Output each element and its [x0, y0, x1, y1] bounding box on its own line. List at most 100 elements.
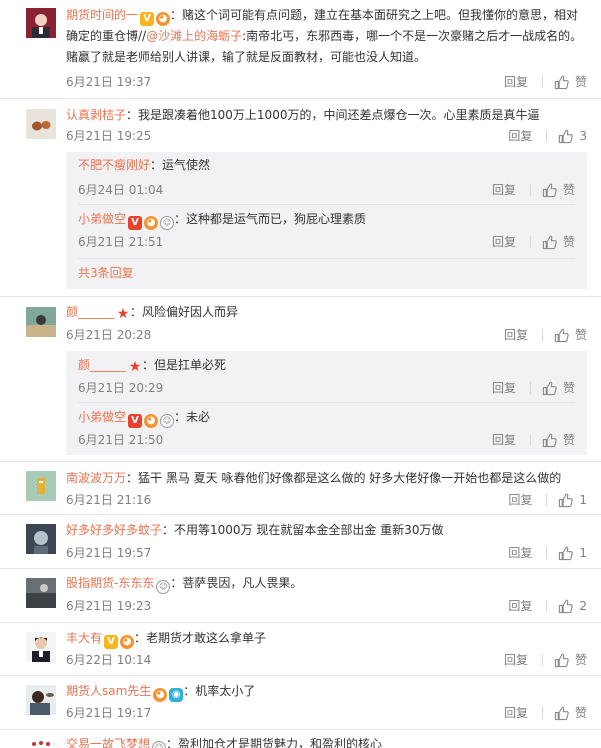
like-button[interactable]: 赞 — [554, 704, 587, 722]
avatar[interactable] — [26, 471, 56, 501]
like-button[interactable]: 赞 — [554, 73, 587, 91]
thumbs-up-icon — [558, 546, 573, 561]
like-button[interactable]: 赞 — [542, 379, 575, 397]
member-icon: ◕ — [144, 414, 159, 428]
divider — [541, 707, 543, 719]
verified-icon: V — [128, 216, 143, 230]
comment-text: ：菩萨畏因，凡人畏果。 — [170, 576, 303, 590]
sub-reply: 小弟做空 V ◕ ☺ ：这种都是运气而已，狗屁心理素质 6月21日 21:51 回复 赞 — [78, 209, 575, 259]
like-button[interactable]: 1 — [558, 491, 587, 509]
comment-text: :南帝北丐，东邪西毒，哪一个不是一次豪赌之后才一战成名的。 — [242, 29, 583, 43]
reply-button[interactable]: 回复 — [492, 431, 516, 449]
avatar[interactable] — [26, 109, 56, 139]
verified-icon: V — [128, 414, 143, 428]
comment-username[interactable]: 交易一故飞梦想 — [66, 737, 150, 748]
avatar[interactable] — [26, 578, 56, 608]
divider — [541, 329, 543, 341]
comment-item: 期货时间的一 V ◕ ：赌这个词可能有点问题，建立在基本面研究之上吧。但我懂你的意思，… — [0, 0, 601, 98]
more-replies-link[interactable]: 共3条回复 — [78, 264, 134, 282]
like-button[interactable]: 赞 — [542, 431, 575, 449]
reply-button[interactable]: 回复 — [508, 544, 532, 562]
thumbs-up-icon — [558, 129, 573, 144]
star-icon: ★ — [128, 359, 142, 375]
like-button[interactable]: 赞 — [554, 326, 587, 344]
comment-text: 赌赢了就是老师给别人讲课，输了就是反面教材，可能也没人知道。 — [66, 50, 427, 64]
comment-text: ：猛干 黑马 夏天 咏春他们好像都是这么做的 好多大佬好像一开始也都是这么做的 — [126, 471, 562, 485]
mention-link[interactable]: @沙滩上的海蛎子 — [146, 29, 242, 43]
comment-item: 股指期货-东东东 ☺ ：菩萨畏因，凡人畏果。 6月21日 19:23 回复 2 — [0, 568, 601, 622]
comment-time: 6月21日 20:28 — [66, 328, 152, 342]
divider — [529, 236, 531, 248]
reply-button[interactable]: 回复 — [504, 326, 528, 344]
comment-item: 期货人sam先生 ◕ ◉ ：机率太小了 6月21日 19:17 回复 赞 — [0, 675, 601, 729]
comment-time: 6月21日 21:16 — [66, 493, 152, 507]
reply-username[interactable]: 颜______ — [78, 358, 126, 372]
reply-button[interactable]: 回复 — [504, 704, 528, 722]
like-count: 赞 — [574, 75, 587, 89]
comment-username[interactable]: 好多好多好多蚊子 — [66, 523, 162, 537]
avatar[interactable] — [26, 524, 56, 554]
divider — [529, 184, 531, 196]
verified-icon: V — [140, 12, 155, 26]
reply-button[interactable]: 回复 — [508, 127, 532, 145]
member-icon: ◕ — [120, 635, 135, 649]
reply-button[interactable]: 回复 — [504, 651, 528, 669]
thumbs-up-icon — [558, 599, 573, 614]
reply-username[interactable]: 小弟做空 — [78, 212, 126, 226]
comment-username[interactable]: 股指期货-东东东 — [66, 576, 154, 590]
comment-text: ：不用等1000万 现在就留本金全部出金 重新30万做 — [162, 523, 444, 537]
reply-button[interactable]: 回复 — [504, 73, 528, 91]
reply-time: 6月24日 01:04 — [78, 183, 164, 197]
comment-username[interactable]: 丰大有 — [66, 631, 102, 645]
divider — [78, 258, 575, 259]
comment-username[interactable]: 期货时间的一 — [66, 8, 138, 22]
avatar[interactable] — [26, 738, 56, 748]
thumbs-up-icon — [554, 75, 569, 90]
like-button[interactable]: 赞 — [542, 181, 575, 199]
reply-username[interactable]: 小弟做空 — [78, 410, 126, 424]
reply-time: 6月21日 21:50 — [78, 433, 164, 447]
divider — [546, 494, 548, 506]
sub-reply-list: 不肥不瘦刚好：运气使然 6月24日 01:04 回复 赞 小弟做空 V ◕ ☺ ：这种都… — [66, 152, 587, 289]
avatar[interactable] — [26, 632, 56, 662]
comment-text: ：老期货才敢这么拿单子 — [134, 631, 267, 645]
comment-username[interactable]: 期货人sam先生 — [66, 684, 151, 698]
member-icon: ◕ — [156, 12, 171, 26]
comment-item: 交易一故飞梦想 ☺ ：盈利加仓才是期货魅力，和盈利的核心 — [0, 729, 601, 748]
comment-username[interactable]: 颜______ — [66, 305, 114, 319]
comment-time: 6月21日 19:23 — [66, 599, 152, 613]
divider — [78, 204, 575, 205]
comment-time: 6月21日 19:25 — [66, 129, 152, 143]
comment-username[interactable]: 认真剥桔子 — [66, 108, 126, 122]
comment-text: ：盈利加仓才是期货魅力，和盈利的核心 — [166, 737, 383, 748]
avatar[interactable] — [26, 685, 56, 715]
avatar[interactable] — [26, 8, 56, 38]
like-button[interactable]: 赞 — [554, 651, 587, 669]
like-button[interactable]: 3 — [558, 127, 587, 145]
reply-button[interactable]: 回复 — [492, 379, 516, 397]
like-label: 赞 — [574, 706, 587, 720]
like-button[interactable]: 1 — [558, 544, 587, 562]
divider — [529, 382, 531, 394]
like-label: 赞 — [562, 235, 575, 249]
avatar[interactable] — [26, 307, 56, 337]
comment-item: 南波波万万：猛干 黑马 夏天 咏春他们好像都是这么做的 好多大佬好像一开始也都是… — [0, 461, 601, 514]
divider — [78, 402, 575, 403]
comment-username[interactable]: 南波波万万 — [66, 471, 126, 485]
reply-button[interactable]: 回复 — [508, 491, 532, 509]
comment-item: 颜______ ★：风险偏好因人而异 6月21日 20:28 回复 赞 颜____… — [0, 296, 601, 461]
comment-item: 丰大有 V ◕ ：老期货才敢这么拿单子 6月22日 10:14 回复 赞 — [0, 622, 601, 675]
thumbs-up-icon — [542, 381, 557, 396]
like-button[interactable]: 2 — [558, 597, 587, 615]
like-button[interactable]: 赞 — [542, 233, 575, 251]
comment-text: 确定的重仓博// — [66, 29, 147, 43]
thumbs-up-icon — [554, 653, 569, 668]
like-label: 赞 — [562, 183, 575, 197]
reply-button[interactable]: 回复 — [492, 181, 516, 199]
sub-reply: 颜______ ★：但是扛单必死 6月21日 20:29 回复 赞 — [78, 355, 575, 403]
reply-button[interactable]: 回复 — [492, 233, 516, 251]
reply-button[interactable]: 回复 — [508, 597, 532, 615]
comment-text: ：风险偏好因人而异 — [130, 305, 239, 319]
reply-username[interactable]: 不肥不瘦刚好 — [78, 158, 150, 172]
thumbs-up-icon — [542, 235, 557, 250]
